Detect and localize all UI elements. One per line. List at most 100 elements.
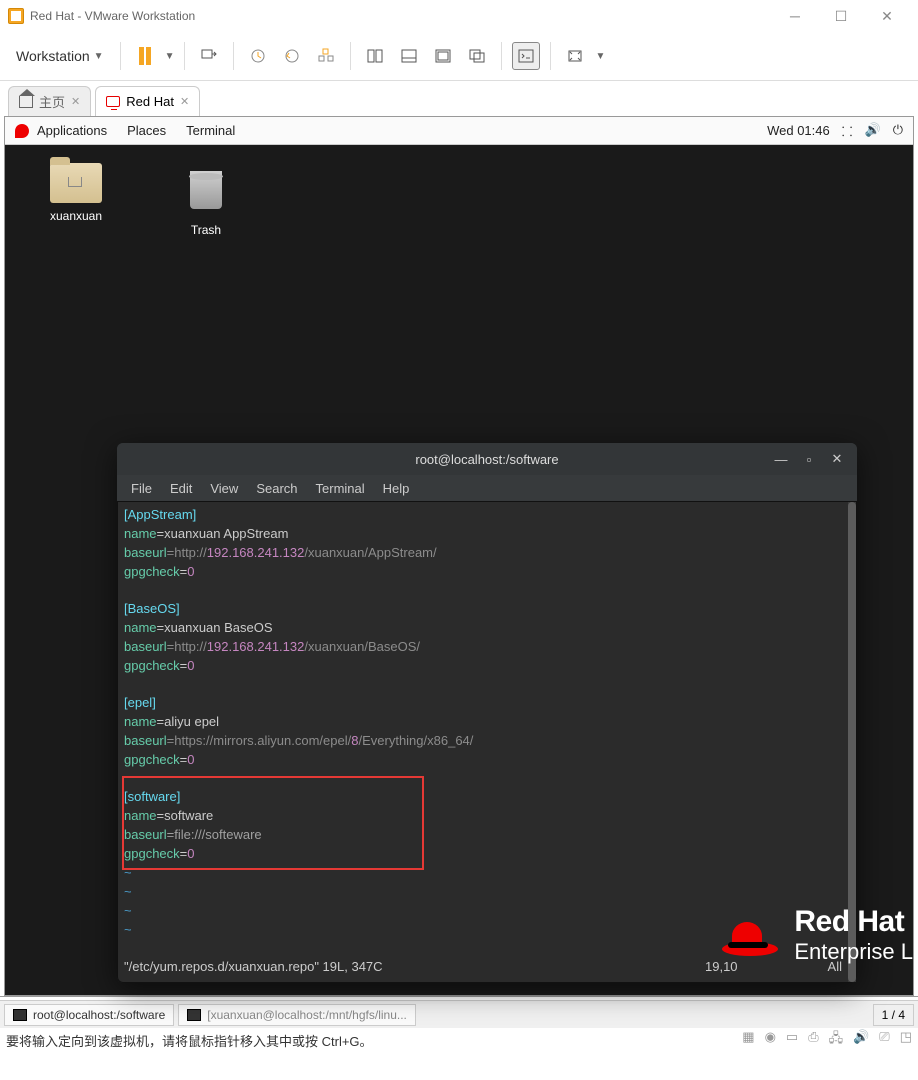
device-icon[interactable]: ◳ [900, 1029, 912, 1051]
close-button[interactable]: ✕ [864, 0, 910, 32]
menu-help[interactable]: Help [383, 481, 410, 496]
key: baseurl [124, 733, 167, 748]
redhat-product-text: Enterprise L [794, 939, 913, 965]
folder-icon [50, 163, 102, 203]
close-icon[interactable]: ✕ [180, 95, 189, 108]
view-fullscreen-button[interactable] [429, 42, 457, 70]
value: /xuanxuan/AppStream/ [304, 545, 436, 560]
key: name [124, 714, 157, 729]
device-icon[interactable]: ▦ [742, 1029, 754, 1051]
device-icon[interactable]: ⎙ [808, 1029, 818, 1051]
key: gpgcheck [124, 564, 180, 579]
redhat-brand-text: Red Hat [794, 905, 913, 939]
panel-applications[interactable]: Applications [37, 123, 107, 138]
desktop-trash[interactable]: Trash [161, 163, 251, 237]
device-icon[interactable]: 🔊 [853, 1029, 869, 1051]
redhat-icon [15, 124, 29, 138]
menu-edit[interactable]: Edit [170, 481, 192, 496]
terminal-close-button[interactable]: ✕ [823, 443, 851, 475]
snapshot-button[interactable] [244, 42, 272, 70]
view-single-button[interactable] [361, 42, 389, 70]
chevron-down-icon: ▼ [94, 51, 104, 62]
volume-icon[interactable]: 🔊 [865, 122, 881, 140]
repo-header: [epel] [124, 695, 156, 710]
trash-icon [187, 171, 225, 217]
network-icon[interactable]: ⸬ [842, 122, 853, 140]
key: name [124, 526, 157, 541]
tab-redhat[interactable]: Red Hat ✕ [95, 86, 200, 116]
view-thumb-button[interactable] [395, 42, 423, 70]
trash-label: Trash [161, 223, 251, 237]
terminal-maximize-button[interactable]: ▫ [795, 443, 823, 475]
separator [501, 42, 502, 70]
stretch-button[interactable] [561, 42, 589, 70]
separator [550, 42, 551, 70]
terminal-title-text: root@localhost:/software [415, 452, 558, 467]
chevron-down-icon[interactable]: ▼ [165, 51, 175, 62]
panel-terminal[interactable]: Terminal [186, 123, 235, 138]
console-button[interactable] [512, 42, 540, 70]
key: gpgcheck [124, 658, 180, 673]
send-button[interactable] [195, 42, 223, 70]
device-icon[interactable]: 🖧 [829, 1029, 844, 1051]
desktop-folder-xuanxuan[interactable]: xuanxuan [31, 163, 121, 223]
panel-clock[interactable]: Wed 01:46 [767, 123, 830, 138]
value: 0 [187, 658, 194, 673]
highlight-box [122, 776, 424, 870]
window-titlebar: Red Hat - VMware Workstation ─ ☐ ✕ [0, 0, 918, 32]
repo-header: [AppStream] [124, 507, 196, 522]
panel-tray: ⸬ 🔊 ⏻ [842, 122, 903, 140]
workstation-menu[interactable]: Workstation ▼ [10, 44, 110, 68]
separator [350, 42, 351, 70]
terminal-minimize-button[interactable]: — [767, 443, 795, 475]
revert-button[interactable] [278, 42, 306, 70]
maximize-button[interactable]: ☐ [818, 0, 864, 32]
key: baseurl [124, 639, 167, 654]
separator [184, 42, 185, 70]
minimize-button[interactable]: ─ [772, 0, 818, 32]
monitor-icon [106, 96, 120, 107]
vmware-logo-icon [8, 8, 24, 24]
menu-terminal[interactable]: Terminal [316, 481, 365, 496]
device-icon[interactable]: ⎚ [879, 1029, 889, 1051]
terminal-menu: File Edit View Search Terminal Help [117, 475, 857, 501]
menu-file[interactable]: File [131, 481, 152, 496]
menu-search[interactable]: Search [256, 481, 297, 496]
desktop[interactable]: xuanxuan Trash root@localhost:/software … [5, 145, 913, 995]
key: name [124, 620, 157, 635]
terminal-titlebar[interactable]: root@localhost:/software — ▫ ✕ [117, 443, 857, 475]
tab-home-label: 主页 [39, 92, 65, 111]
tab-redhat-label: Red Hat [126, 94, 174, 109]
value: 192.168.241.132 [207, 545, 305, 560]
manage-snapshot-button[interactable] [312, 42, 340, 70]
taskbar-item-terminal[interactable]: root@localhost:/software [4, 1004, 174, 1026]
repo-header: [BaseOS] [124, 601, 180, 616]
view-unity-button[interactable] [463, 42, 491, 70]
close-icon[interactable]: ✕ [71, 95, 80, 108]
menu-view[interactable]: View [210, 481, 238, 496]
vm-hint-text: 要将输入定向到该虚拟机，请将鼠标指针移入其中或按 Ctrl+G。 [6, 1031, 373, 1050]
value: 192.168.241.132 [207, 639, 305, 654]
tab-home[interactable]: 主页 ✕ [8, 86, 91, 116]
value: =xuanxuan BaseOS [157, 620, 273, 635]
device-icon[interactable]: ◉ [765, 1029, 776, 1051]
pause-button[interactable] [131, 42, 159, 70]
vm-display[interactable]: Applications Places Terminal Wed 01:46 ⸬… [4, 116, 914, 996]
workspace-counter[interactable]: 1 / 4 [873, 1004, 914, 1026]
terminal-window[interactable]: root@localhost:/software — ▫ ✕ File Edit… [117, 443, 857, 983]
status-file: "/etc/yum.repos.d/xuanxuan.repo" 19L, 34… [124, 958, 383, 976]
power-icon[interactable]: ⏻ [893, 122, 903, 140]
window-title: Red Hat - VMware Workstation [30, 9, 772, 23]
chevron-down-icon[interactable]: ▼ [595, 51, 605, 62]
vim-tilde: ~ [124, 922, 132, 937]
separator [233, 42, 234, 70]
taskbar-item-terminal-2[interactable]: [xuanxuan@localhost:/mnt/hgfs/linu... [178, 1004, 416, 1026]
redhat-logo: Red Hat Enterprise L [722, 905, 913, 965]
device-icon[interactable]: ▭ [786, 1029, 798, 1051]
panel-places[interactable]: Places [127, 123, 166, 138]
taskbar-item-label: root@localhost:/software [33, 1008, 165, 1022]
folder-label: xuanxuan [31, 209, 121, 223]
key: baseurl [124, 545, 167, 560]
value: /Everything/x86_64/ [358, 733, 473, 748]
fedora-hat-icon [722, 914, 778, 956]
